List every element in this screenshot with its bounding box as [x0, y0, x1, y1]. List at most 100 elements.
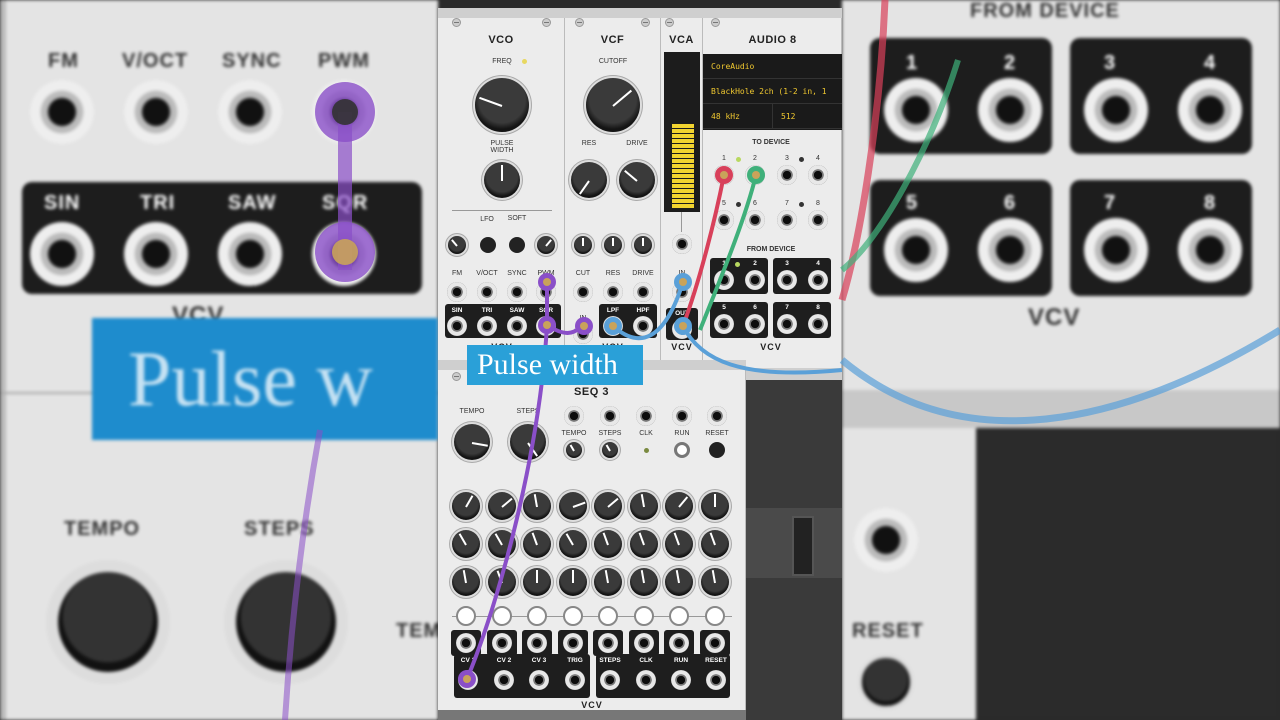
audio8-from-ch-6-jack[interactable]: [745, 314, 765, 334]
seq3-cv1-output-jack[interactable]: [458, 670, 478, 690]
audio8-from-ch-4-jack[interactable]: [808, 270, 828, 290]
vcf-cut-input-jack[interactable]: [573, 282, 593, 302]
audio8-to-ch-4-jack[interactable]: [808, 165, 828, 185]
seq3-step-6-row-2-knob[interactable]: [629, 530, 658, 558]
seq3-step-3-gate-button[interactable]: [527, 606, 547, 626]
seq3-step-8-row-1-knob[interactable]: [700, 492, 729, 520]
seq3-step-1-row-1-knob[interactable]: [452, 492, 480, 520]
seq3-step-5-gate-button[interactable]: [598, 606, 618, 626]
seq3-step-4-row-3-knob[interactable]: [558, 568, 587, 596]
seq3-step-5-row-2-knob[interactable]: [594, 530, 622, 558]
vcf-cut-atten-knob[interactable]: [574, 236, 592, 254]
seq3-step-2-gate-button[interactable]: [491, 606, 512, 626]
vco-sin-output-jack[interactable]: [447, 316, 467, 336]
audio8-device-select[interactable]: BlackHole 2ch (1-2 in, 1: [703, 79, 842, 104]
seq3-step-7-row-2-knob[interactable]: [665, 530, 693, 558]
vcf-res-atten-knob[interactable]: [604, 236, 622, 254]
vco-sync-input-jack[interactable]: [507, 282, 527, 302]
vco-fm-knob[interactable]: [448, 236, 466, 254]
audio8-to-ch-1-jack[interactable]: [714, 165, 734, 185]
audio8-from-ch-5-jack[interactable]: [714, 314, 734, 334]
audio8-to-ch-3-jack[interactable]: [777, 165, 797, 185]
vcf-lpf-output-jack[interactable]: [603, 316, 623, 336]
seq3-step-2-row-1-knob[interactable]: [487, 492, 516, 520]
vco-pwm-knob[interactable]: [537, 236, 555, 254]
vcf-cutoff-knob[interactable]: [586, 78, 640, 132]
seq3-tempo-atten-knob[interactable]: [566, 442, 582, 458]
seq3-step-8-gate-jack[interactable]: [704, 633, 725, 653]
seq3-clk-input-jack[interactable]: [636, 406, 656, 426]
seq3-reset-output-jack[interactable]: [706, 670, 726, 690]
seq3-steps-output-jack[interactable]: [600, 670, 620, 690]
vco-saw-output-jack[interactable]: [507, 316, 527, 336]
seq3-step-6-gate-button[interactable]: [633, 606, 654, 626]
seq3-tempo-cv-jack[interactable]: [564, 406, 584, 426]
vcf-res-input-jack[interactable]: [603, 282, 623, 302]
seq3-run-button[interactable]: [674, 442, 690, 458]
audio8-block-size-select[interactable]: 512: [773, 104, 842, 129]
vco-pulse-width-knob[interactable]: [484, 162, 520, 198]
seq3-step-1-row-2-knob[interactable]: [452, 530, 480, 558]
seq3-step-4-row-1-knob[interactable]: [558, 492, 587, 520]
seq3-step-8-row-2-knob[interactable]: [700, 530, 729, 558]
seq3-step-2-row-3-knob[interactable]: [487, 568, 516, 596]
audio8-to-ch-2-jack[interactable]: [745, 165, 765, 185]
seq3-step-6-gate-jack[interactable]: [633, 633, 654, 653]
seq3-trig-output-jack[interactable]: [565, 670, 585, 690]
vco-sqr-output-jack[interactable]: [536, 316, 556, 336]
vcf-drive-atten-knob[interactable]: [634, 236, 652, 254]
audio8-from-ch-3-jack[interactable]: [777, 270, 797, 290]
audio8-from-ch-1-jack[interactable]: [714, 270, 734, 290]
audio8-sample-rate-select[interactable]: 48 kHz: [703, 104, 773, 129]
vco-fm-input-jack[interactable]: [447, 282, 467, 302]
vcf-drive-input-jack[interactable]: [633, 282, 653, 302]
audio8-to-ch-8-jack[interactable]: [808, 210, 828, 230]
seq3-step-7-gate-jack[interactable]: [669, 633, 689, 653]
seq3-step-1-row-3-knob[interactable]: [452, 568, 480, 596]
vco-lfo-button[interactable]: [480, 237, 496, 253]
vcf-hpf-output-jack[interactable]: [633, 316, 653, 336]
vco-tri-output-jack[interactable]: [477, 316, 497, 336]
seq3-step-7-row-1-knob[interactable]: [665, 492, 693, 520]
seq3-reset-input-jack[interactable]: [707, 406, 727, 426]
vco-freq-knob[interactable]: [475, 78, 529, 132]
seq3-cv2-output-jack[interactable]: [494, 670, 514, 690]
seq3-step-3-row-3-knob[interactable]: [523, 568, 551, 596]
vca-audio-input-jack[interactable]: [672, 282, 692, 302]
seq3-step-7-row-3-knob[interactable]: [665, 568, 693, 596]
seq3-step-5-row-3-knob[interactable]: [594, 568, 622, 596]
seq3-step-5-gate-jack[interactable]: [598, 633, 618, 653]
seq3-step-2-gate-jack[interactable]: [491, 633, 512, 653]
seq3-step-6-row-1-knob[interactable]: [629, 492, 658, 520]
seq3-step-6-row-3-knob[interactable]: [629, 568, 658, 596]
vcf-drive-knob[interactable]: [619, 162, 655, 198]
seq3-step-3-gate-jack[interactable]: [527, 633, 547, 653]
vcf-audio-input-jack[interactable]: [573, 324, 593, 344]
seq3-step-7-gate-button[interactable]: [669, 606, 689, 626]
seq3-steps-knob[interactable]: [510, 424, 546, 460]
seq3-steps-atten-knob[interactable]: [602, 442, 618, 458]
seq3-step-5-row-1-knob[interactable]: [594, 492, 622, 520]
vco-pwm-input-jack[interactable]: [536, 282, 556, 302]
vcf-res-knob[interactable]: [571, 162, 607, 198]
seq3-step-3-row-2-knob[interactable]: [523, 530, 551, 558]
vco-soft-button[interactable]: [509, 237, 525, 253]
seq3-step-4-row-2-knob[interactable]: [558, 530, 587, 558]
audio8-to-ch-6-jack[interactable]: [745, 210, 765, 230]
seq3-clk-output-jack[interactable]: [636, 670, 656, 690]
seq3-step-4-gate-jack[interactable]: [562, 633, 583, 653]
seq3-run-input-jack[interactable]: [672, 406, 692, 426]
seq3-step-1-gate-jack[interactable]: [456, 633, 476, 653]
seq3-step-3-row-1-knob[interactable]: [523, 492, 551, 520]
vca-output-jack[interactable]: [672, 319, 692, 339]
audio8-to-ch-5-jack[interactable]: [714, 210, 734, 230]
audio8-to-ch-7-jack[interactable]: [777, 210, 797, 230]
seq3-reset-button[interactable]: [709, 442, 725, 458]
vco-voct-input-jack[interactable]: [477, 282, 497, 302]
seq3-steps-cv-jack[interactable]: [600, 406, 620, 426]
seq3-step-8-row-3-knob[interactable]: [700, 568, 729, 596]
seq3-cv3-output-jack[interactable]: [529, 670, 549, 690]
seq3-step-4-gate-button[interactable]: [562, 606, 583, 626]
vca-cv-input-jack[interactable]: [672, 234, 692, 254]
seq3-step-1-gate-button[interactable]: [456, 606, 476, 626]
